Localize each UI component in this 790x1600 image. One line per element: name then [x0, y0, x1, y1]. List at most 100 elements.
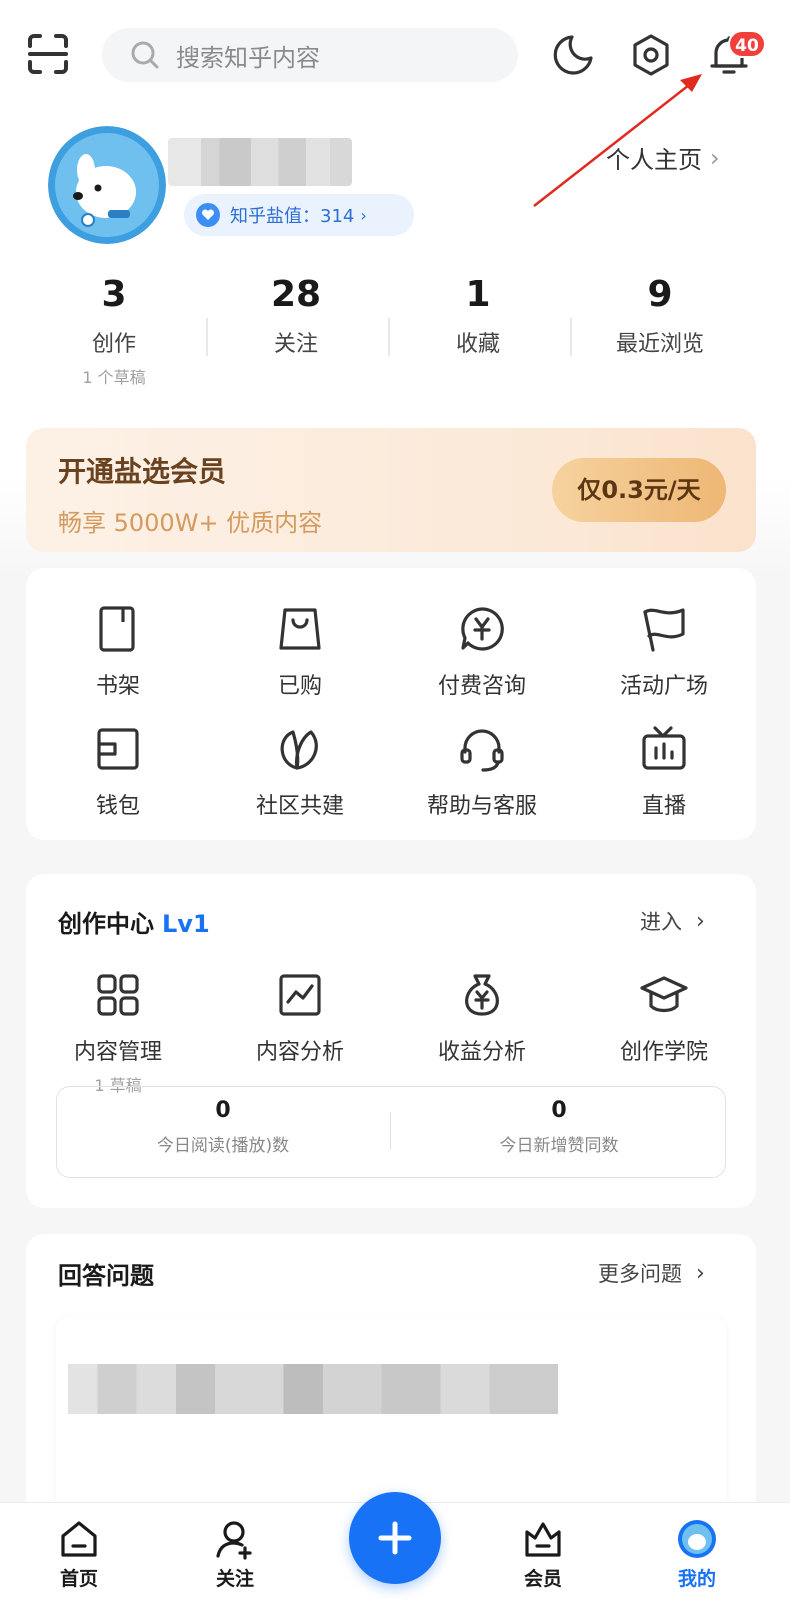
- bookshelf-icon: [93, 604, 143, 654]
- search-input[interactable]: 搜索知乎内容: [102, 28, 518, 82]
- service-paid-consult[interactable]: 付费咨询: [390, 604, 574, 700]
- today-label: 今日新增赞同数: [499, 1136, 619, 1156]
- stat-label: 收藏: [455, 332, 500, 357]
- creation-content-manage[interactable]: 内容管理 1 草稿: [26, 970, 210, 1096]
- enter-label: 进入: [640, 910, 682, 934]
- stat-value: 3: [101, 274, 127, 315]
- nav-label: 首页: [59, 1568, 98, 1590]
- stat-value: 1: [465, 274, 491, 315]
- service-label: 钱包: [95, 794, 140, 819]
- notification-badge: 40: [728, 30, 766, 58]
- service-community-build[interactable]: 社区共建: [208, 724, 392, 820]
- creation-label: 创作学院: [619, 1040, 708, 1065]
- stat-label: 最近浏览: [615, 332, 704, 357]
- answer-title: 回答问题: [58, 1262, 154, 1290]
- nav-me[interactable]: 我的: [642, 1518, 752, 1591]
- personal-homepage-link[interactable]: 个人主页 ›: [606, 140, 720, 175]
- creation-enter-link[interactable]: 进入 ›: [640, 906, 705, 936]
- creation-level: Lv1: [162, 910, 210, 938]
- today-value: 0: [215, 1098, 231, 1123]
- today-value: 0: [551, 1098, 567, 1123]
- more-questions-link[interactable]: 更多问题 ›: [598, 1258, 705, 1288]
- stat-creations[interactable]: 3 创作 1 个草稿: [24, 272, 204, 388]
- search-placeholder: 搜索知乎内容: [176, 43, 320, 72]
- yen-chat-icon: [457, 604, 507, 654]
- me-avatar-icon: [676, 1518, 718, 1560]
- follow-icon: [214, 1518, 256, 1560]
- service-label: 已购: [277, 674, 322, 699]
- service-label: 帮助与客服: [426, 794, 537, 819]
- creation-center-title: 创作中心 Lv1: [58, 904, 210, 939]
- plus-icon: [378, 1521, 412, 1555]
- service-live[interactable]: 直播: [572, 724, 756, 820]
- headset-icon: [457, 724, 507, 774]
- creation-label: 内容分析: [255, 1040, 344, 1065]
- service-label: 书架: [95, 674, 140, 699]
- creation-content-analysis[interactable]: 内容分析: [208, 970, 392, 1066]
- vip-bag-icon: [522, 1518, 564, 1560]
- today-upvotes-stat[interactable]: 0 今日新增赞同数: [392, 1098, 726, 1156]
- shopping-bag-icon: [275, 604, 325, 654]
- chevron-right-icon: ›: [710, 143, 720, 172]
- creation-title-text: 创作中心: [58, 910, 154, 938]
- creation-label: 收益分析: [437, 1040, 526, 1065]
- money-bag-icon: [457, 970, 507, 1020]
- stat-sub: 1 个草稿: [82, 368, 146, 387]
- wallet-icon: [93, 724, 143, 774]
- service-label: 社区共建: [255, 794, 344, 819]
- chevron-right-icon: ›: [696, 1260, 705, 1286]
- service-activity-square[interactable]: 活动广场: [572, 604, 756, 700]
- scan-icon[interactable]: [24, 30, 72, 78]
- more-label: 更多问题: [598, 1262, 682, 1286]
- home-icon: [58, 1518, 100, 1560]
- vip-title: 开通盐选会员: [58, 455, 227, 488]
- nav-label: 会员: [523, 1568, 562, 1590]
- service-bookshelf[interactable]: 书架: [26, 604, 210, 700]
- vip-price-button[interactable]: 仅0.3元/天: [552, 458, 726, 522]
- chevron-right-icon: ›: [696, 908, 705, 934]
- grid-icon: [93, 970, 143, 1020]
- create-plus-button[interactable]: [349, 1492, 441, 1584]
- creation-label: 内容管理: [73, 1040, 162, 1065]
- nav-home[interactable]: 首页: [24, 1518, 134, 1591]
- stat-following[interactable]: 28 关注: [206, 272, 386, 358]
- creation-academy[interactable]: 创作学院: [572, 970, 756, 1066]
- stat-label: 创作: [91, 332, 136, 357]
- graduation-cap-icon: [639, 970, 689, 1020]
- stat-label: 关注: [273, 332, 318, 357]
- salt-heart-icon: [196, 203, 220, 227]
- vip-subtitle: 畅享 5000W+ 优质内容: [58, 509, 323, 537]
- service-label: 活动广场: [619, 674, 708, 699]
- today-label: 今日阅读(播放)数: [156, 1136, 290, 1156]
- nav-label: 我的: [677, 1568, 716, 1590]
- salt-value-badge[interactable]: 知乎盐值：314 ›: [184, 194, 414, 236]
- creation-revenue-analysis[interactable]: 收益分析: [390, 970, 574, 1066]
- tv-icon: [639, 724, 689, 774]
- stat-value: 28: [270, 274, 322, 315]
- flag-icon: [639, 604, 689, 654]
- search-icon: [130, 40, 160, 70]
- divider: [390, 1112, 391, 1150]
- nav-vip[interactable]: 会员: [488, 1518, 598, 1591]
- service-label: 付费咨询: [437, 674, 526, 699]
- night-mode-moon-icon[interactable]: [550, 32, 596, 78]
- settings-gear-icon[interactable]: [628, 32, 674, 78]
- service-wallet[interactable]: 钱包: [26, 724, 210, 820]
- username-blurred: [168, 138, 352, 186]
- nav-label: 关注: [215, 1568, 254, 1590]
- avatar[interactable]: [48, 126, 166, 244]
- question-text-blurred: [68, 1364, 558, 1414]
- salt-value-label: 知乎盐值：314: [230, 206, 355, 227]
- stat-recent[interactable]: 9 最近浏览: [570, 272, 750, 358]
- stat-collections[interactable]: 1 收藏: [388, 272, 568, 358]
- nav-follow[interactable]: 关注: [180, 1518, 290, 1591]
- chevron-right-icon: ›: [360, 205, 367, 225]
- service-help-support[interactable]: 帮助与客服: [390, 724, 574, 820]
- leaf-icon: [275, 724, 325, 774]
- service-label: 直播: [641, 794, 686, 819]
- service-purchased[interactable]: 已购: [208, 604, 392, 700]
- homepage-label: 个人主页: [606, 146, 702, 174]
- chart-icon: [275, 970, 325, 1020]
- stat-value: 9: [647, 274, 673, 315]
- today-reads-stat[interactable]: 0 今日阅读(播放)数: [56, 1098, 390, 1156]
